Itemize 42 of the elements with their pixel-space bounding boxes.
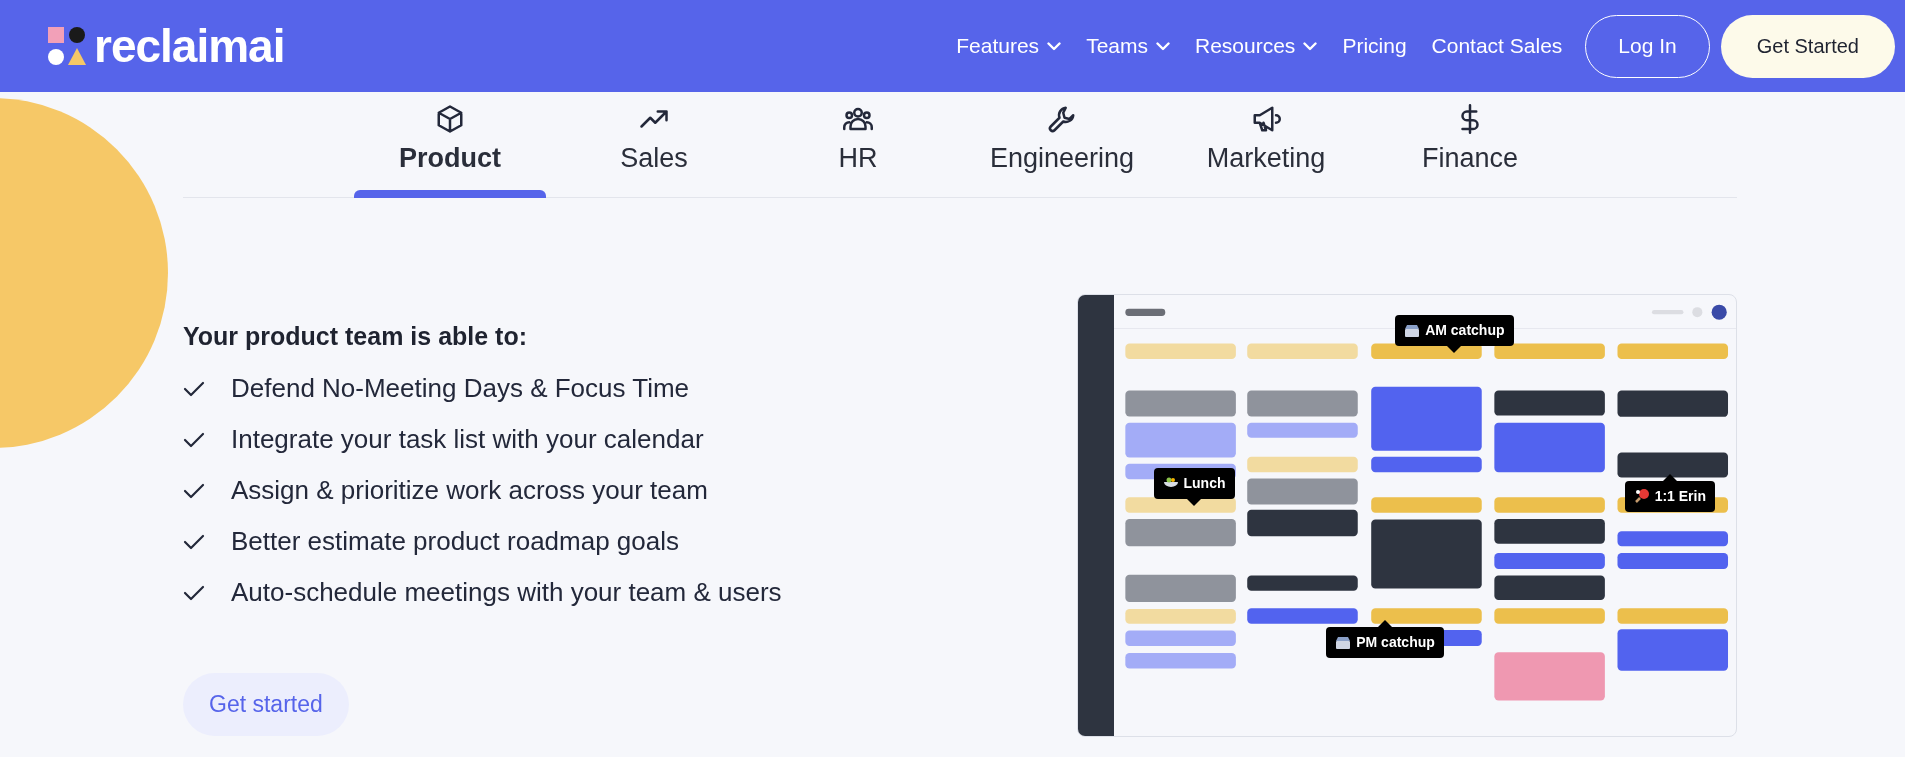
chevron-down-icon [1303, 41, 1318, 51]
emoji-icon [1335, 634, 1352, 651]
nav-link[interactable]: Pricing [1342, 30, 1407, 62]
check-icon [183, 533, 205, 550]
wrench-icon [1047, 104, 1077, 134]
tooltip-pointer [1447, 346, 1462, 354]
benefit-text: Integrate your task list with your calendar [231, 423, 704, 456]
event-tooltip: Lunch [1153, 467, 1235, 506]
chevron-down-icon [1156, 41, 1170, 51]
check-icon [183, 584, 205, 601]
benefit-text: Assign & prioritize work across your team [231, 474, 708, 507]
tab[interactable]: Finance [1368, 92, 1572, 197]
tooltip-pointer [1187, 498, 1201, 506]
tab[interactable]: Engineering [960, 92, 1164, 197]
event-tooltip: AM catchup [1395, 315, 1514, 354]
nav-link[interactable]: Resources [1195, 30, 1318, 62]
nav-link[interactable]: Contact Sales [1431, 30, 1563, 62]
check-icon [183, 431, 205, 448]
tab[interactable]: Sales [552, 92, 756, 197]
megaphone-icon [1251, 104, 1281, 134]
benefit-text: Better estimate product roadmap goals [231, 525, 680, 558]
emoji-icon [1404, 322, 1421, 339]
cube-icon [435, 104, 465, 134]
benefit-text: Auto-schedule meetings with your team & users [231, 576, 782, 609]
get-started-button[interactable]: Get Started [1720, 14, 1895, 78]
event-tooltip: 1:1 Erin [1624, 473, 1715, 512]
tab[interactable]: HR [756, 92, 960, 197]
check-icon [183, 482, 205, 499]
section-heading: Your product team is able to: [183, 321, 529, 351]
logo-icon [48, 27, 86, 65]
emoji-icon [1633, 488, 1650, 505]
title-placeholder-bar [1125, 308, 1166, 316]
nav-link[interactable]: Features [956, 30, 1062, 62]
event-tooltip: PM catchup [1326, 620, 1444, 659]
nav-link[interactable]: Teams [1086, 30, 1170, 62]
get-started-button[interactable]: Get started [183, 673, 349, 736]
chevron-down-icon [1047, 41, 1062, 51]
benefit-text: Defend No-Meeting Days & Focus Time [231, 372, 690, 405]
check-icon [183, 380, 205, 397]
tab[interactable]: Product [348, 92, 552, 197]
logo-text[interactable]: reclaimai [94, 23, 285, 69]
tab[interactable]: Marketing [1164, 92, 1368, 197]
